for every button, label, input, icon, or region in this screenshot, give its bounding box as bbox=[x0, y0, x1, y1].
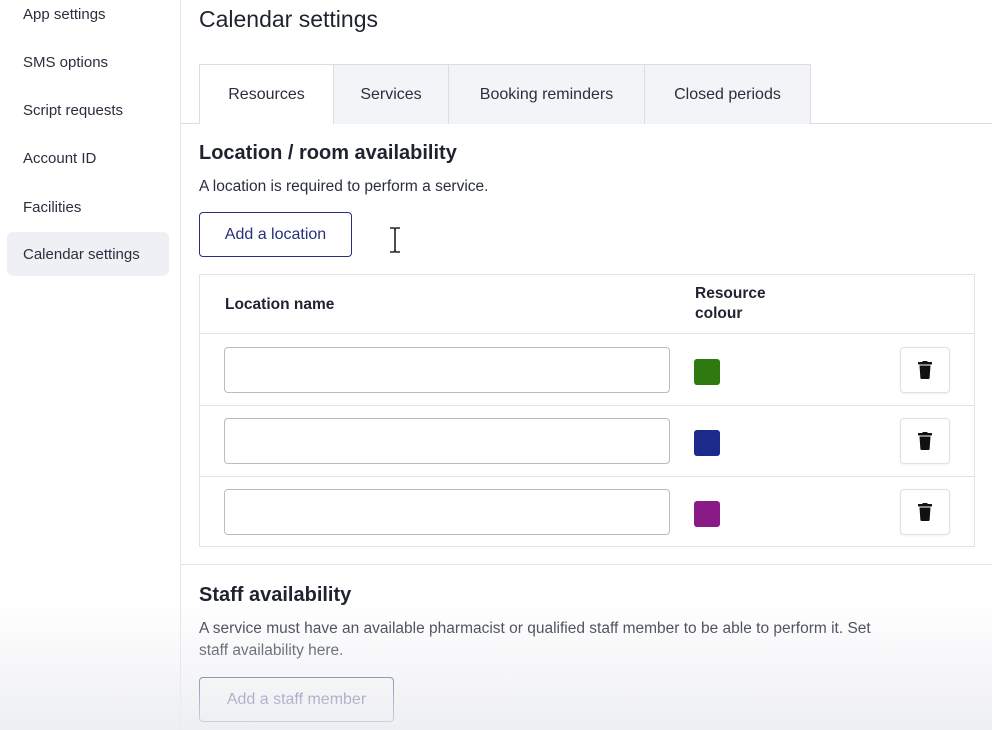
sidebar-item-script-requests[interactable]: Script requests bbox=[7, 88, 169, 132]
locations-table: Location name Resource colour bbox=[199, 274, 975, 547]
sidebar: App settings SMS options Script requests… bbox=[0, 0, 181, 730]
add-location-button[interactable]: Add a location bbox=[199, 212, 352, 257]
delete-location-button[interactable] bbox=[900, 347, 950, 393]
tab-closed-periods[interactable]: Closed periods bbox=[644, 65, 810, 124]
delete-location-button[interactable] bbox=[900, 489, 950, 535]
location-name-input[interactable] bbox=[224, 489, 670, 535]
delete-location-button[interactable] bbox=[900, 418, 950, 464]
page-title: Calendar settings bbox=[199, 6, 378, 32]
tab-label: Resources bbox=[228, 86, 305, 103]
tab-label: Booking reminders bbox=[479, 85, 614, 103]
section-divider bbox=[181, 564, 992, 565]
location-section-description: A location is required to perform a serv… bbox=[199, 178, 489, 195]
column-header-location-name: Location name bbox=[225, 296, 335, 313]
sidebar-item-label: Account ID bbox=[23, 149, 97, 167]
staff-section-description: A service must have an available pharmac… bbox=[199, 620, 871, 659]
text-cursor-icon bbox=[390, 227, 400, 253]
row-divider bbox=[200, 476, 974, 477]
sidebar-item-label: Calendar settings bbox=[23, 245, 140, 263]
tab-bar: Resources Services Booking reminders Clo… bbox=[199, 64, 811, 125]
row-divider bbox=[200, 405, 974, 406]
sidebar-item-label: Facilities bbox=[23, 198, 82, 216]
sidebar-item-app-settings[interactable]: App settings bbox=[7, 0, 169, 36]
sidebar-item-label: SMS options bbox=[23, 53, 109, 71]
resource-colour-swatch[interactable] bbox=[694, 430, 720, 456]
tab-label: Closed periods bbox=[674, 85, 781, 103]
tab-services[interactable]: Services bbox=[333, 65, 448, 124]
tab-booking-reminders[interactable]: Booking reminders bbox=[448, 65, 644, 124]
trash-icon bbox=[918, 361, 932, 379]
trash-icon bbox=[918, 503, 932, 521]
tab-label: Services bbox=[360, 85, 422, 103]
sidebar-item-label: Script requests bbox=[23, 101, 124, 119]
main-content: Calendar settings Resources Services Boo… bbox=[181, 0, 992, 730]
location-name-input[interactable] bbox=[224, 347, 670, 393]
sidebar-item-label: App settings bbox=[23, 5, 106, 23]
staff-section-title: Staff availability bbox=[199, 584, 352, 606]
sidebar-item-calendar-settings[interactable]: Calendar settings bbox=[7, 232, 169, 276]
row-divider bbox=[200, 333, 974, 334]
tab-resources[interactable]: Resources bbox=[200, 65, 333, 125]
location-name-input[interactable] bbox=[224, 418, 670, 464]
trash-icon bbox=[918, 432, 932, 450]
location-section-title: Location / room availability bbox=[199, 142, 457, 164]
sidebar-item-account-id[interactable]: Account ID bbox=[7, 136, 169, 180]
add-staff-member-button[interactable]: Add a staff member bbox=[199, 677, 394, 722]
sidebar-item-sms-options[interactable]: SMS options bbox=[7, 40, 169, 84]
sidebar-item-facilities[interactable]: Facilities bbox=[7, 185, 169, 229]
resource-colour-swatch[interactable] bbox=[694, 501, 720, 527]
resource-colour-swatch[interactable] bbox=[694, 359, 720, 385]
column-header-resource-colour: Resource colour bbox=[695, 285, 766, 322]
